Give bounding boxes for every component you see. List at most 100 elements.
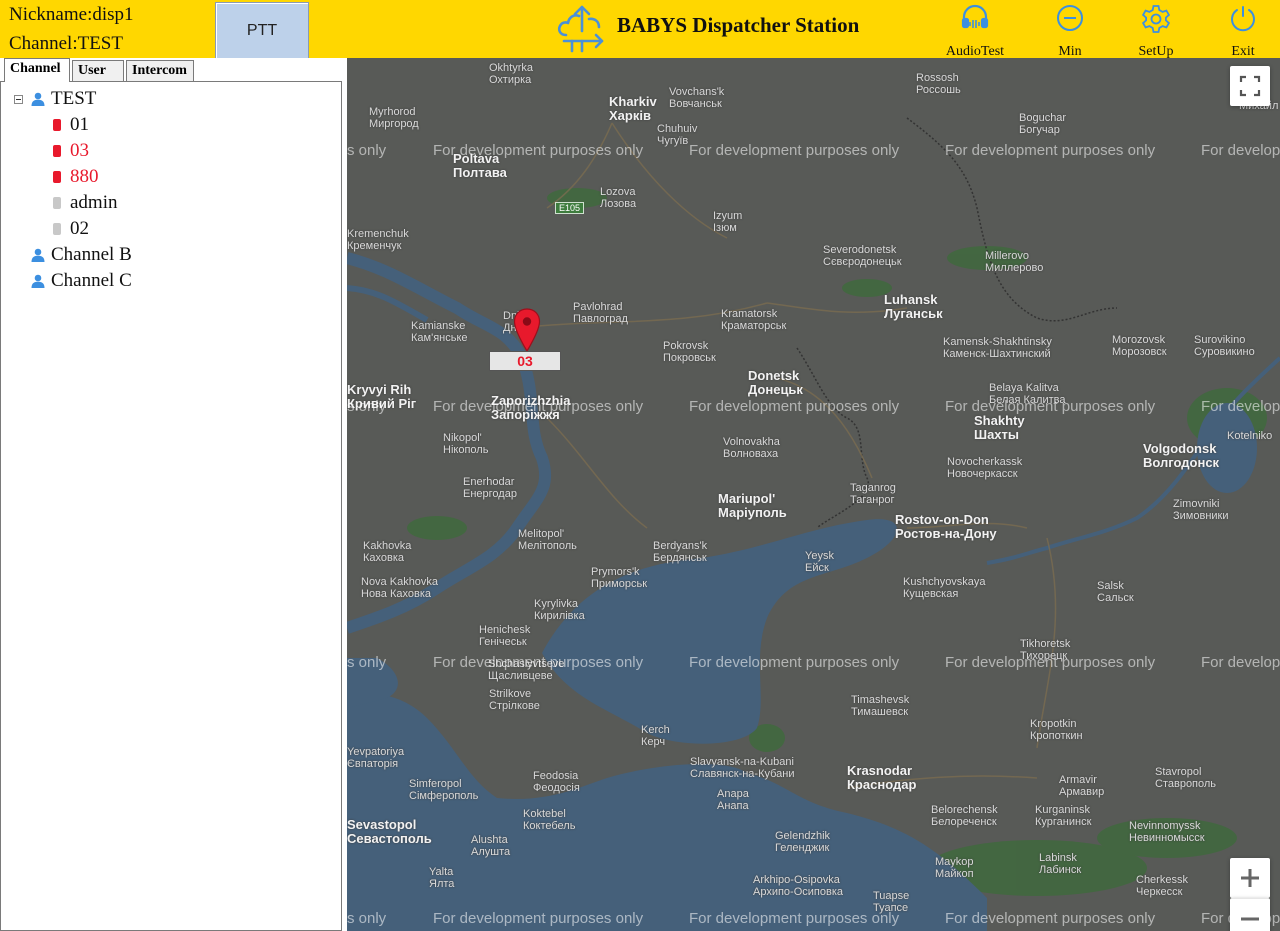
device-offline-icon — [53, 223, 61, 235]
dev-watermark: For development purposes only — [689, 654, 900, 671]
dispatch-logo-icon — [557, 5, 604, 53]
marker-label[interactable]: 03 — [489, 351, 561, 371]
power-icon — [1231, 6, 1255, 32]
minimize-button[interactable]: Min — [1045, 0, 1095, 59]
fullscreen-icon — [1239, 75, 1261, 97]
tab-user[interactable]: User — [72, 60, 124, 81]
city-label: Kerch Керч — [641, 724, 670, 748]
tree-member-label: admin — [70, 192, 118, 213]
city-label: Surovikino Суровикино — [1194, 334, 1255, 358]
fullscreen-button[interactable] — [1230, 66, 1270, 106]
city-label: Rossosh Россошь — [916, 72, 961, 96]
tree-member-admin[interactable]: admin — [1, 192, 201, 214]
city-label: Luhansk Луганськ — [884, 292, 943, 321]
tree-group-label: Channel B — [51, 244, 132, 265]
nickname-label: Nickname:disp1 — [9, 4, 134, 25]
plus-icon — [1241, 869, 1259, 887]
city-label: Kurganinsk Курганинск — [1035, 804, 1092, 828]
tree-member-01[interactable]: 01 — [1, 114, 201, 136]
city-label: Nova Kakhovka Нова Каховка — [361, 576, 439, 600]
city-label: Salsk Сальск — [1097, 580, 1134, 604]
city-label: Kamensk-Shakhtinsky Каменск-Шахтинский — [943, 336, 1052, 360]
tree-member-label: 880 — [70, 166, 99, 187]
city-label: Cherkessk Черкесск — [1136, 874, 1188, 898]
city-label: Alushta Алушта — [471, 834, 511, 858]
city-label: Izyum Ізюм — [713, 210, 743, 234]
dev-watermark: For development purposes only — [945, 398, 1156, 415]
city-label: Maykop Майкоп — [935, 856, 974, 880]
tree-member-02[interactable]: 02 — [1, 218, 201, 240]
device-online-icon — [53, 119, 61, 131]
city-label: Vovchans'k Вовчанськ — [669, 86, 725, 110]
city-label: Kharkiv Харків — [609, 94, 657, 123]
city-label: Melitopol' Мелітополь — [518, 528, 577, 552]
tree-member-label: 03 — [70, 140, 89, 161]
tab-channel[interactable]: Channel — [4, 58, 70, 82]
zoom-in-button[interactable] — [1230, 858, 1270, 898]
setup-button[interactable]: SetUp — [1126, 0, 1186, 59]
city-label: Kakhovka Каховка — [363, 540, 412, 564]
tree-group-label: Channel C — [51, 270, 132, 291]
city-label: Enerhodar Енергодар — [463, 476, 517, 500]
city-label: Feodosia Феодосія — [533, 770, 580, 794]
dev-watermark: For develop — [1201, 398, 1280, 415]
minimize-icon — [1057, 5, 1083, 31]
map-view[interactable]: E105 Okhtyrka Охтирка Vovchans'k Вовчанськ… — [347, 58, 1280, 931]
device-online-icon — [53, 171, 61, 183]
current-channel-label: Channel:TEST — [9, 33, 123, 54]
gear-icon — [1141, 5, 1171, 33]
city-label: Lozova Лозова — [600, 186, 637, 210]
collapse-toggle[interactable] — [14, 95, 23, 104]
tree-member-label: 02 — [70, 218, 89, 239]
city-label: Arkhipo-Osipovka Архипо-Осиповка — [753, 874, 844, 898]
city-label: Henichesk Генічеськ — [479, 624, 531, 648]
city-label: Armavir Армавир — [1059, 774, 1105, 798]
tree-group-channel-c[interactable]: Channel C — [1, 270, 201, 292]
city-label: Okhtyrka Охтирка — [489, 62, 534, 86]
ptt-button[interactable]: PTT — [215, 2, 309, 58]
city-label: Gelendzhik Геленджик — [775, 830, 831, 854]
zoom-out-button[interactable] — [1230, 898, 1270, 931]
dev-watermark: s only — [347, 654, 387, 671]
dev-watermark: For development purposes only — [945, 910, 1156, 927]
city-label: Kramatorsk Краматорськ — [721, 308, 787, 332]
device-online-icon — [53, 145, 61, 157]
dev-watermark: s only — [347, 142, 387, 159]
group-user-icon — [31, 274, 45, 288]
dev-watermark: For development purposes only — [689, 910, 900, 927]
exit-button[interactable]: Exit — [1218, 0, 1268, 59]
channel-tree: TEST 01 03 880 admin 02 Channel B Channe… — [0, 81, 342, 931]
city-label: Yeysk Ейск — [805, 550, 834, 574]
city-label: Kamianske Кам'янське — [411, 320, 468, 344]
tree-group-test[interactable]: TEST — [1, 88, 201, 110]
headset-icon — [961, 4, 989, 29]
city-label: Boguchar Богучар — [1019, 112, 1067, 136]
city-label: Rostov-on-Don Ростов-на-Дону — [895, 512, 997, 541]
app-header: Nickname:disp1 Channel:TEST PTT BABYS Di… — [0, 0, 1280, 59]
device-offline-icon — [53, 197, 61, 209]
highway-shield: E105 — [555, 202, 585, 214]
dev-watermark: For development purposes only — [433, 142, 644, 159]
tree-group-channel-b[interactable]: Channel B — [1, 244, 201, 266]
city-label: Morozovsk Морозовск — [1112, 334, 1167, 358]
city-label: Koktebel Коктебель — [523, 808, 576, 832]
city-label: Belorechensk Белореченск — [931, 804, 998, 828]
dev-watermark: For development purposes only — [945, 654, 1156, 671]
tree-member-03[interactable]: 03 — [1, 140, 201, 162]
city-label: Volnovakha Волноваха — [723, 436, 780, 460]
city-label: Nevinnomyssk Невинномысск — [1129, 820, 1205, 844]
tree-member-880[interactable]: 880 — [1, 166, 201, 188]
city-label: Sevastopol Севастополь — [347, 817, 432, 846]
city-label: Severodonetsk Сєвєродонецьк — [823, 244, 902, 268]
audio-test-button[interactable]: AudioTest — [938, 0, 1012, 59]
city-label: Millerovo Миллерово — [985, 250, 1044, 274]
city-label: Mariupol' Маріуполь — [718, 491, 787, 520]
city-label: Kotelniko — [1227, 430, 1273, 442]
city-label: Berdyans'k Бердянськ — [653, 540, 708, 564]
map-pin-icon[interactable] — [513, 308, 541, 352]
city-label: Shakhty Шахты — [974, 413, 1025, 442]
city-label: Stavropol Ставрополь — [1155, 766, 1217, 790]
city-label: Kushchyovskaya Кущевская — [903, 576, 986, 600]
tree-member-label: 01 — [70, 114, 89, 135]
tab-intercom[interactable]: Intercom — [126, 60, 194, 81]
